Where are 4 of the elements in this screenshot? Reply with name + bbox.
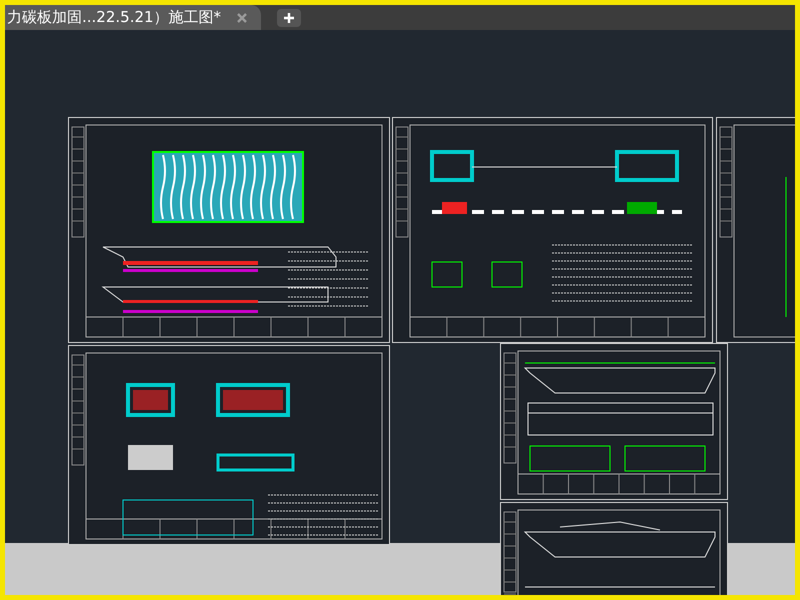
close-icon[interactable] <box>237 12 248 22</box>
new-tab-button[interactable] <box>277 8 302 26</box>
document-tab[interactable]: 力碳板加固...22.5.21）施工图* <box>5 5 262 30</box>
plus-icon <box>284 12 294 22</box>
